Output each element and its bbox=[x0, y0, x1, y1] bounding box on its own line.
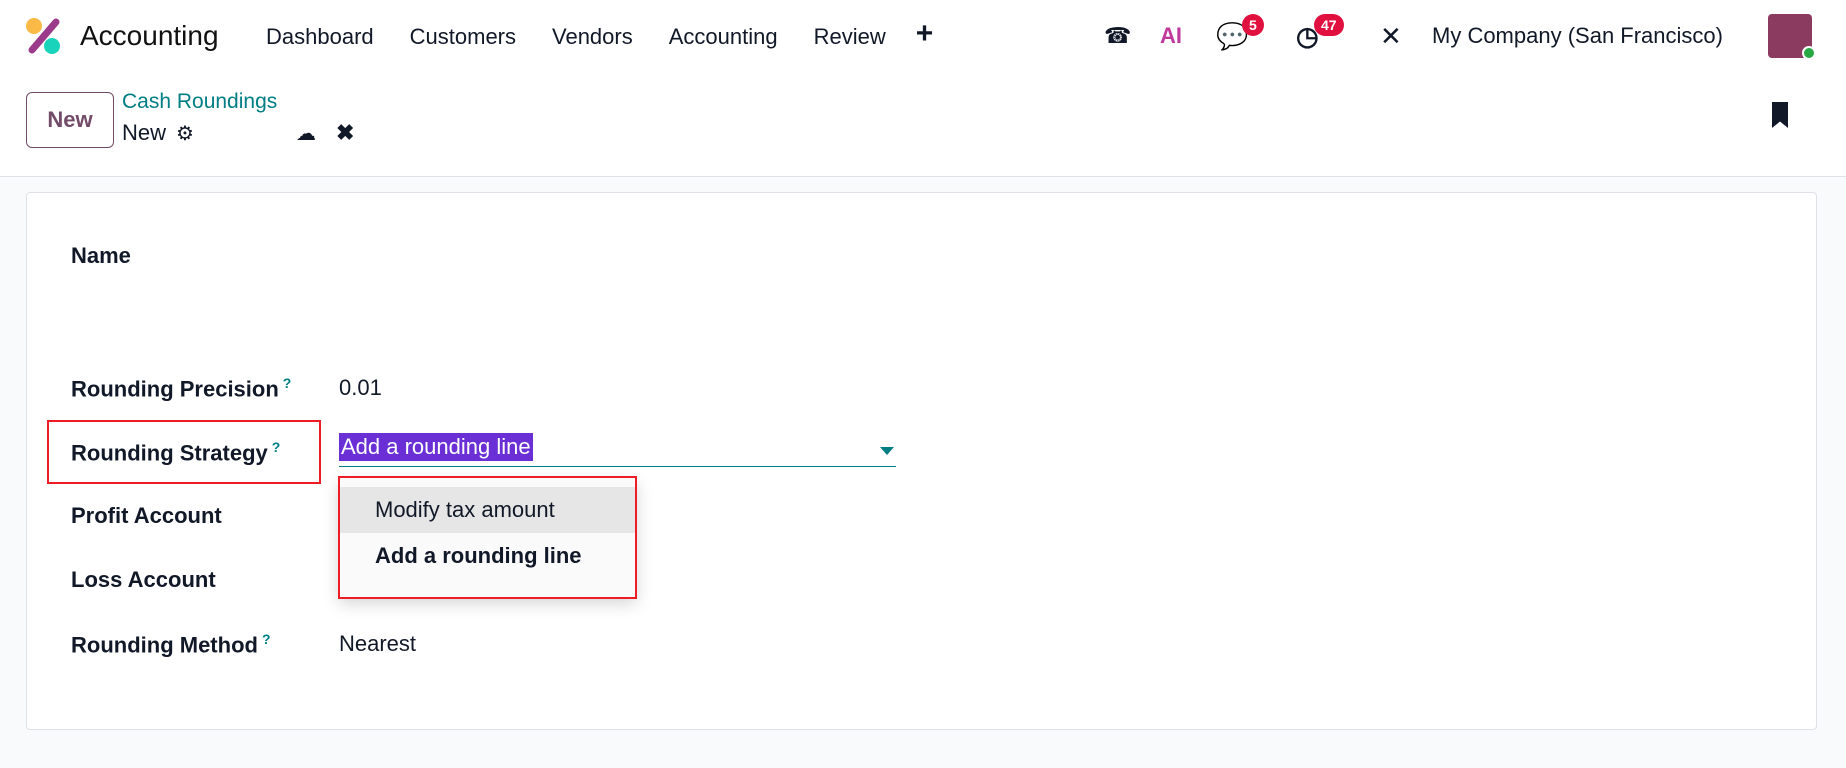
ai-icon[interactable]: AI bbox=[1160, 18, 1182, 54]
menu-accounting[interactable]: Accounting bbox=[669, 24, 778, 50]
rounding-strategy-select[interactable]: Add a rounding line bbox=[339, 433, 896, 467]
rounding-precision-label: Rounding Precision? bbox=[71, 375, 292, 402]
main-menu: Dashboard Customers Vendors Accounting R… bbox=[266, 19, 934, 50]
help-icon[interactable]: ? bbox=[272, 439, 281, 455]
help-icon[interactable]: ? bbox=[283, 375, 292, 391]
discard-icon[interactable]: ✖ bbox=[336, 120, 354, 146]
menu-customers[interactable]: Customers bbox=[410, 24, 516, 50]
plus-icon[interactable]: + bbox=[916, 19, 934, 50]
control-panel: New Cash Roundings New ⚙ ☁ ✖ bbox=[0, 72, 1846, 177]
rounding-strategy-value: Add a rounding line bbox=[339, 433, 533, 461]
breadcrumb-cash-roundings[interactable]: Cash Roundings bbox=[122, 90, 277, 114]
messages-badge: 5 bbox=[1242, 14, 1264, 36]
new-button[interactable]: New bbox=[26, 92, 114, 148]
menu-vendors[interactable]: Vendors bbox=[552, 24, 633, 50]
bookmark-icon[interactable] bbox=[1772, 102, 1788, 128]
activities-icon[interactable]: ◷ 47 bbox=[1296, 14, 1344, 54]
highlight-box-dropdown bbox=[338, 476, 637, 599]
help-icon[interactable]: ? bbox=[262, 631, 271, 647]
save-cloud-icon[interactable]: ☁ bbox=[296, 121, 316, 146]
rounding-method-value[interactable]: Nearest bbox=[339, 631, 416, 657]
user-avatar[interactable] bbox=[1768, 14, 1816, 60]
gear-icon[interactable]: ⚙ bbox=[176, 121, 194, 146]
online-status-icon bbox=[1802, 46, 1816, 60]
form-sheet: Name Rounding Precision? 0.01 Rounding S… bbox=[26, 192, 1817, 730]
phone-icon[interactable]: ☎ bbox=[1104, 18, 1131, 54]
tools-icon[interactable]: ✕ bbox=[1380, 18, 1402, 54]
loss-account-label: Loss Account bbox=[71, 567, 216, 592]
menu-review[interactable]: Review bbox=[814, 24, 886, 50]
messages-icon[interactable]: 💬 5 bbox=[1216, 14, 1264, 54]
app-name[interactable]: Accounting bbox=[80, 20, 219, 52]
caret-down-icon bbox=[880, 447, 894, 455]
top-navbar: Accounting Dashboard Customers Vendors A… bbox=[0, 0, 1846, 72]
name-label: Name bbox=[71, 243, 131, 268]
activities-badge: 47 bbox=[1314, 14, 1344, 36]
current-record-name: New bbox=[122, 120, 167, 145]
company-switcher[interactable]: My Company (San Francisco) bbox=[1432, 18, 1723, 54]
rounding-strategy-label: Rounding Strategy? bbox=[71, 439, 281, 466]
profit-account-label: Profit Account bbox=[71, 503, 222, 528]
rounding-precision-value[interactable]: 0.01 bbox=[339, 375, 382, 401]
app-logo-icon[interactable] bbox=[24, 16, 64, 56]
menu-dashboard[interactable]: Dashboard bbox=[266, 24, 374, 50]
ai-label: AI bbox=[1160, 23, 1182, 48]
rounding-method-label: Rounding Method? bbox=[71, 631, 271, 658]
